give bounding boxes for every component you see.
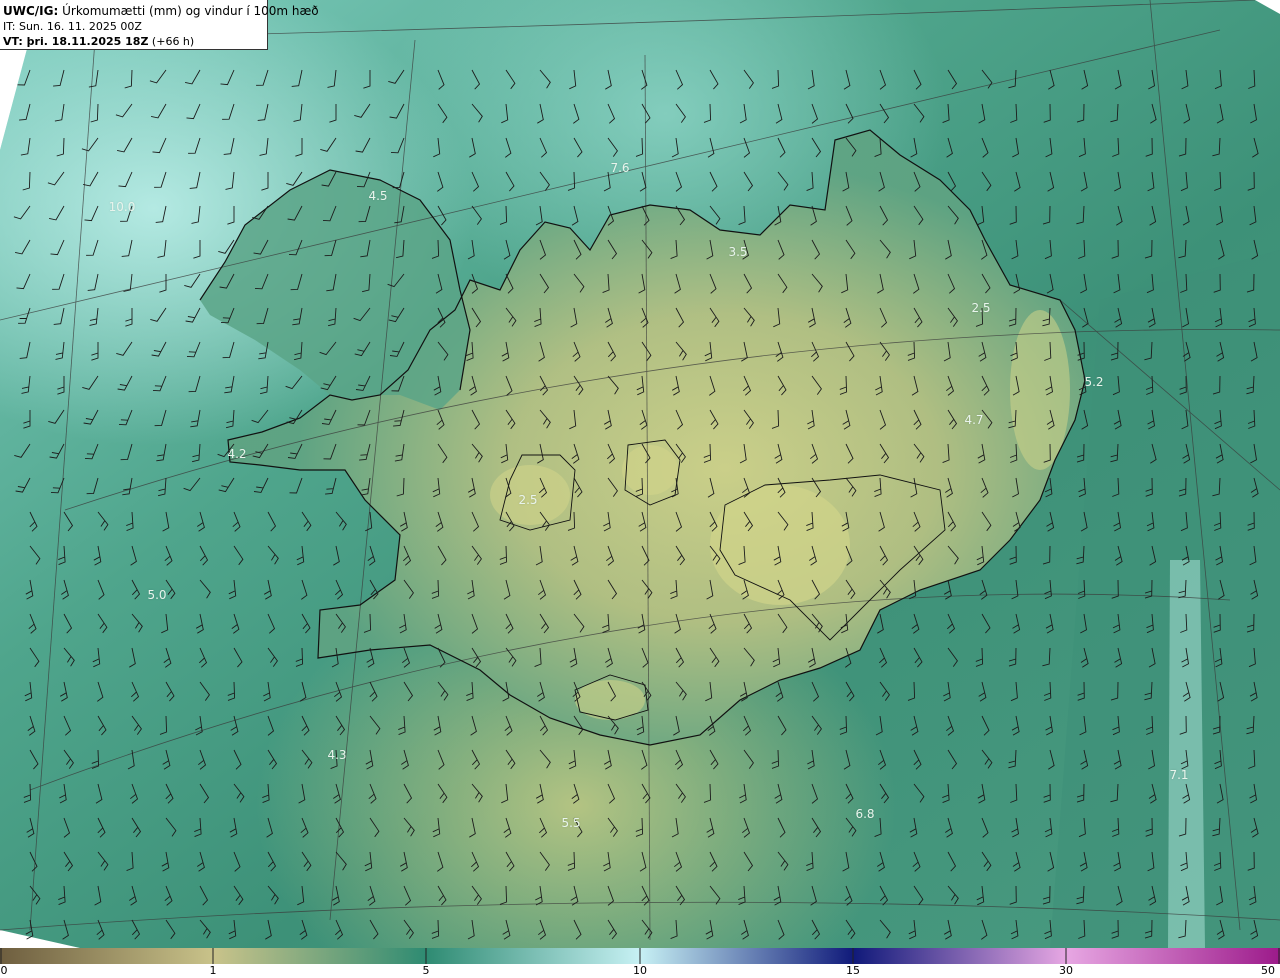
colorbar-tick-label: 30: [1059, 964, 1073, 977]
model-prefix: UWC/IG:: [3, 4, 59, 18]
contour-label: 2.5: [971, 301, 991, 315]
contour-label: 4.3: [327, 748, 347, 762]
colorbar-tick-label: 50: [1261, 964, 1275, 977]
map-title: Úrkomumætti (mm) og vindur í 100m hæð: [58, 4, 319, 18]
contour-label: 5.5: [561, 816, 581, 830]
contour-label: 4.5: [368, 189, 388, 203]
colorbar-tick-label: 5: [422, 964, 430, 977]
contour-label: 10.0: [108, 200, 136, 214]
contour-label: 4.7: [964, 413, 984, 427]
init-time: IT: Sun. 16. 11. 2025 00Z: [3, 20, 142, 33]
contour-label: 2.5: [518, 493, 538, 507]
colorbar-tick-label: 0: [0, 964, 8, 977]
contour-label: 5.2: [1084, 375, 1104, 389]
forecast-map: [0, 0, 1280, 948]
colorbar-tick-label: 15: [846, 964, 860, 977]
colorbar-tick-label: 10: [633, 964, 647, 977]
contour-label: 7.6: [610, 161, 630, 175]
valid-time-line: VT: þri. 18.11.2025 18Z (+66 h): [3, 34, 264, 49]
contour-label: 7.1: [1169, 768, 1189, 782]
info-box: UWC/IG: Úrkomumætti (mm) og vindur í 100…: [0, 0, 319, 50]
map-title-line: UWC/IG: Úrkomumætti (mm) og vindur í 100…: [3, 3, 319, 19]
lead-time: (+66 h): [148, 35, 195, 48]
contour-label: 5.0: [147, 588, 167, 602]
colorbar-tick-label: 1: [209, 964, 217, 977]
colorbar-gradient: [0, 948, 1280, 964]
contour-label: 3.5: [728, 245, 748, 259]
colorbar: 0 1 5 10 15 30 50: [0, 948, 1280, 978]
valid-time: VT: þri. 18.11.2025 18Z: [3, 35, 149, 48]
contour-label: 4.2: [227, 447, 247, 461]
map-panel: UWC/IG: Úrkomumætti (mm) og vindur í 100…: [0, 0, 1280, 948]
contour-label: 6.8: [855, 807, 875, 821]
